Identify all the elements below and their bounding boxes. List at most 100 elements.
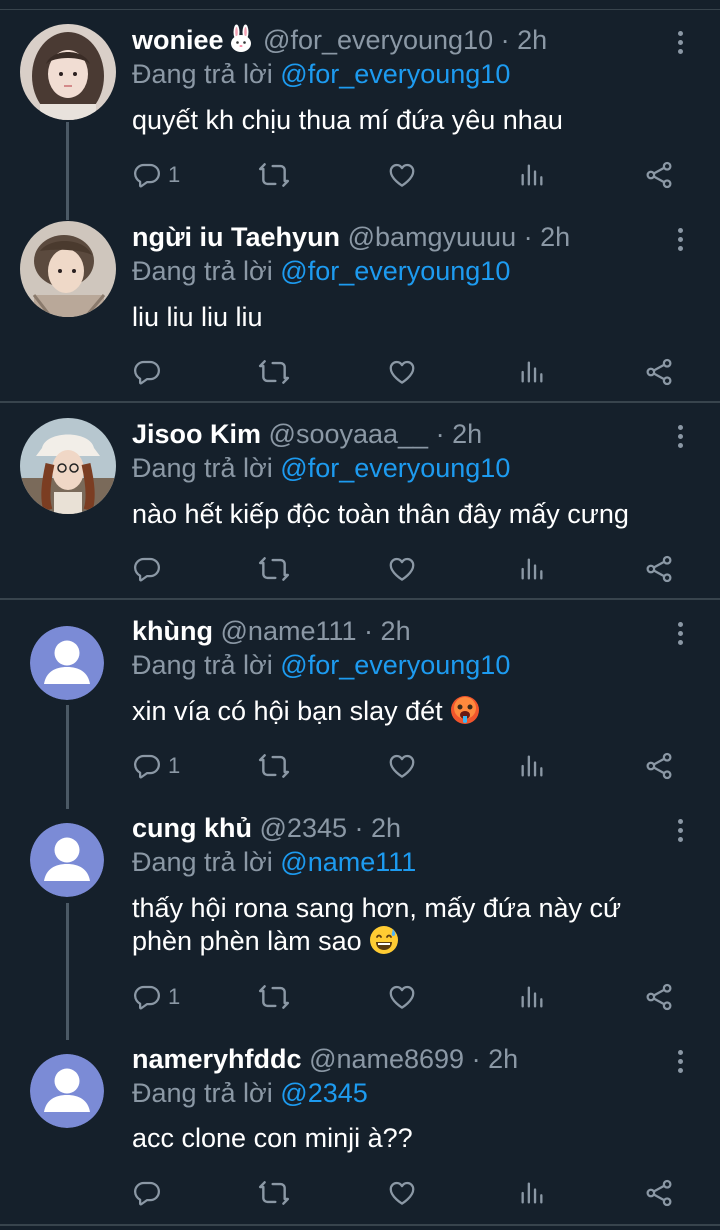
- more-options-icon[interactable]: [670, 1047, 690, 1077]
- analytics-icon: [518, 752, 546, 780]
- separator-dot: ·: [523, 222, 533, 252]
- display-name[interactable]: Jisoo Kim: [132, 419, 261, 449]
- timestamp[interactable]: 2h: [371, 813, 401, 843]
- thread-line: [66, 903, 69, 1040]
- share-button[interactable]: [644, 158, 674, 192]
- avatar[interactable]: [20, 418, 116, 514]
- replying-label: Đang trả lời: [132, 650, 273, 680]
- top-divider: [0, 0, 720, 10]
- user-handle[interactable]: @bamgyuuuu: [348, 222, 517, 252]
- avatar[interactable]: [30, 823, 104, 897]
- reply-button[interactable]: 1: [132, 749, 180, 783]
- retweet-button[interactable]: [258, 1176, 290, 1210]
- reply-button[interactable]: 1: [132, 980, 180, 1014]
- analytics-icon: [518, 1179, 546, 1207]
- replying-label: Đang trả lời: [132, 453, 273, 483]
- more-options-icon[interactable]: [670, 28, 690, 58]
- like-icon: [387, 751, 417, 781]
- reply-count: 1: [168, 753, 181, 778]
- replying-to: Đang trả lời @for_everyoung10: [132, 58, 510, 90]
- timestamp[interactable]: 2h: [381, 616, 411, 646]
- replying-to: Đang trả lời @for_everyoung10: [132, 452, 510, 484]
- user-handle[interactable]: @for_everyoung10: [263, 25, 493, 55]
- analytics-icon: [518, 983, 546, 1011]
- reply-icon: [132, 751, 162, 781]
- reply-button[interactable]: [132, 1176, 168, 1210]
- user-handle[interactable]: @name8699: [309, 1044, 464, 1074]
- like-button[interactable]: [387, 355, 417, 389]
- replying-to: Đang trả lời @for_everyoung10: [132, 255, 510, 287]
- analytics-button[interactable]: [518, 749, 546, 783]
- like-button[interactable]: [387, 552, 417, 586]
- retweet-button[interactable]: [258, 749, 290, 783]
- display-name[interactable]: cung khủ: [132, 813, 252, 843]
- analytics-button[interactable]: [518, 355, 546, 389]
- tweet-actions: [132, 355, 692, 389]
- avatar[interactable]: [20, 24, 116, 120]
- timestamp[interactable]: 2h: [517, 25, 547, 55]
- display-name[interactable]: khùng: [132, 616, 213, 646]
- display-name[interactable]: nameryhfddc: [132, 1044, 302, 1074]
- reply-button[interactable]: [132, 355, 168, 389]
- analytics-icon: [518, 161, 546, 189]
- mention-link[interactable]: @name111: [280, 847, 416, 877]
- like-icon: [387, 982, 417, 1012]
- more-options-icon[interactable]: [670, 422, 690, 452]
- analytics-button[interactable]: [518, 552, 546, 586]
- thread-line: [66, 122, 69, 220]
- analytics-icon: [518, 555, 546, 583]
- share-icon: [644, 751, 674, 781]
- like-button[interactable]: [387, 980, 417, 1014]
- display-name[interactable]: woniee: [132, 25, 224, 55]
- avatar[interactable]: [30, 1054, 104, 1128]
- like-button[interactable]: [387, 1176, 417, 1210]
- reply-button[interactable]: [132, 552, 168, 586]
- tweet-text: liu liu liu liu: [132, 302, 263, 332]
- more-options-icon[interactable]: [670, 619, 690, 649]
- like-button[interactable]: [387, 158, 417, 192]
- replying-label: Đang trả lời: [132, 256, 273, 286]
- avatar[interactable]: [20, 221, 116, 317]
- analytics-button[interactable]: [518, 158, 546, 192]
- share-button[interactable]: [644, 355, 674, 389]
- analytics-button[interactable]: [518, 980, 546, 1014]
- rabbit-face-emoji: [226, 24, 256, 54]
- reply-icon: [132, 160, 162, 190]
- tweet-actions: [132, 1176, 692, 1210]
- more-options-icon[interactable]: [670, 225, 690, 255]
- retweet-icon: [258, 981, 290, 1013]
- reply-icon: [132, 554, 162, 584]
- retweet-button[interactable]: [258, 552, 290, 586]
- mention-link[interactable]: @2345: [280, 1078, 367, 1108]
- share-button[interactable]: [644, 552, 674, 586]
- replying-to: Đang trả lời @for_everyoung10: [132, 649, 510, 681]
- retweet-button[interactable]: [258, 355, 290, 389]
- timestamp[interactable]: 2h: [488, 1044, 518, 1074]
- reply-icon: [132, 357, 162, 387]
- share-button[interactable]: [644, 1176, 674, 1210]
- like-button[interactable]: [387, 749, 417, 783]
- display-name[interactable]: ngừi iu Taehyun: [132, 222, 340, 252]
- tweet-text: xin vía có hội bạn slay đét: [132, 695, 702, 728]
- tweet-text: thấy hội rona sang hơn, mấy đứa này cứ ph…: [132, 892, 702, 958]
- mention-link[interactable]: @for_everyoung10: [280, 256, 510, 286]
- more-options-icon[interactable]: [670, 816, 690, 846]
- share-button[interactable]: [644, 980, 674, 1014]
- retweet-button[interactable]: [258, 980, 290, 1014]
- avatar[interactable]: [30, 626, 104, 700]
- timestamp[interactable]: 2h: [452, 419, 482, 449]
- separator-dot: ·: [471, 1044, 481, 1074]
- retweet-button[interactable]: [258, 158, 290, 192]
- mention-link[interactable]: @for_everyoung10: [280, 650, 510, 680]
- reply-button[interactable]: 1: [132, 158, 180, 192]
- tweet-actions: 1: [132, 980, 692, 1014]
- reply-count: 1: [168, 162, 181, 187]
- mention-link[interactable]: @for_everyoung10: [280, 59, 510, 89]
- share-button[interactable]: [644, 749, 674, 783]
- mention-link[interactable]: @for_everyoung10: [280, 453, 510, 483]
- user-handle[interactable]: @2345: [260, 813, 347, 843]
- user-handle[interactable]: @sooyaaa__: [269, 419, 429, 449]
- analytics-button[interactable]: [518, 1176, 546, 1210]
- user-handle[interactable]: @name111: [221, 616, 357, 646]
- timestamp[interactable]: 2h: [540, 222, 570, 252]
